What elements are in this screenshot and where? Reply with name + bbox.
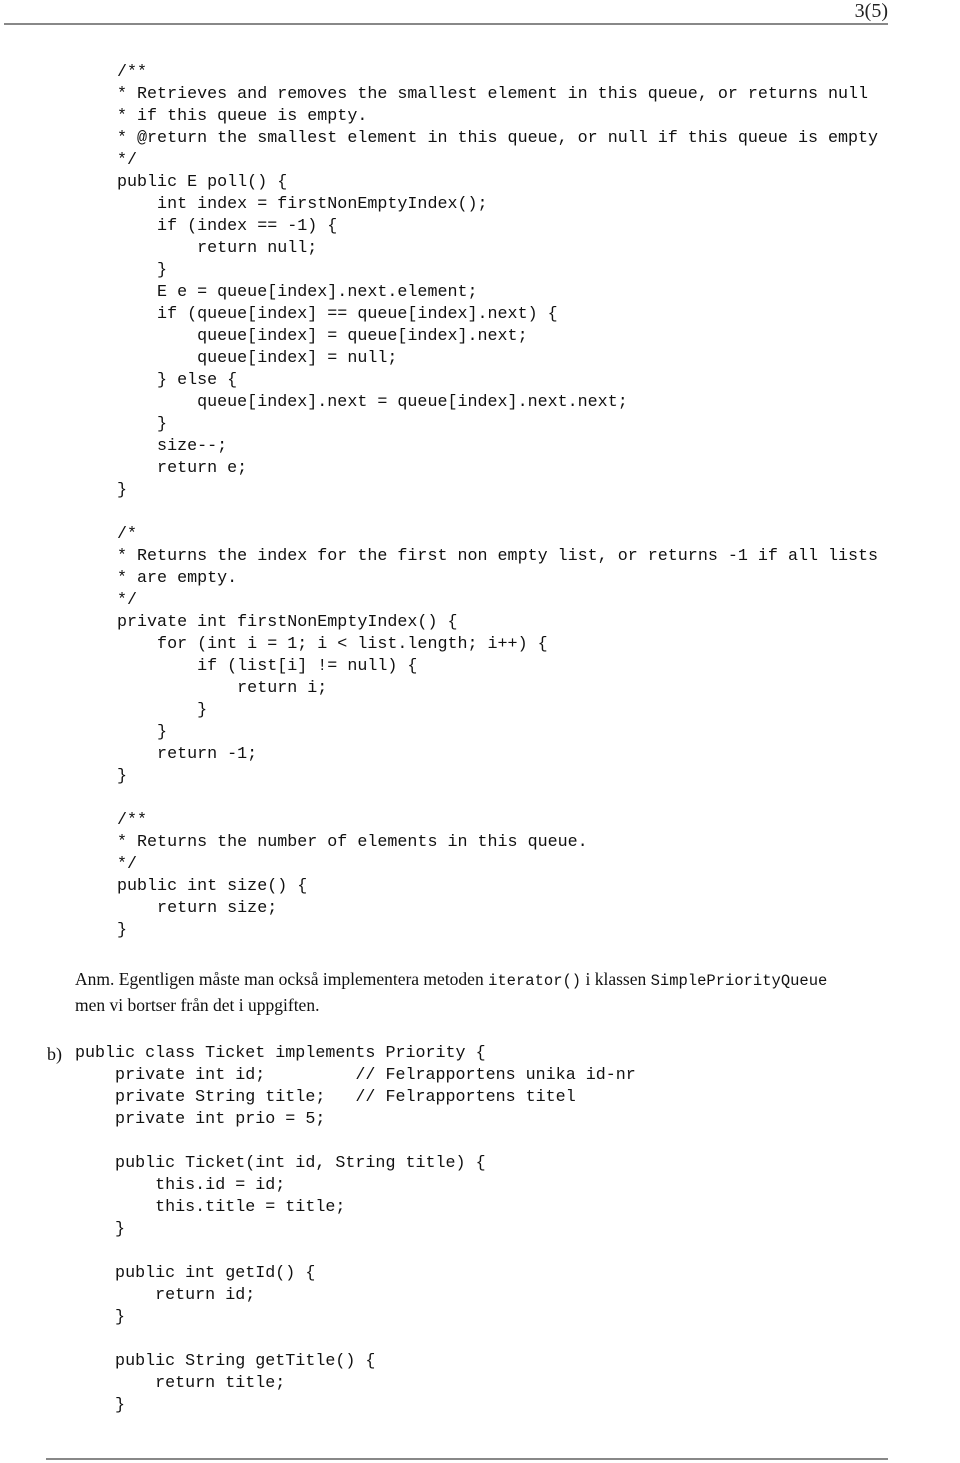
code-line: E e = queue[index].next.element; bbox=[117, 283, 478, 302]
code-line: /** bbox=[117, 811, 148, 830]
code-line: /** bbox=[117, 63, 148, 82]
code-line: } bbox=[75, 1220, 126, 1239]
code-line: private int id; // Felrapportens unika i… bbox=[75, 1066, 636, 1085]
code-line: private String title; // Felrapportens t… bbox=[75, 1088, 576, 1107]
code-line: } bbox=[117, 261, 168, 280]
code-line: public E poll() { bbox=[117, 173, 288, 192]
note-method: iterator() bbox=[488, 972, 582, 990]
code-line: * are empty. bbox=[117, 569, 238, 588]
code-line: } else { bbox=[117, 371, 238, 390]
size-method-code: /** * Returns the number of elements in t… bbox=[117, 810, 588, 942]
code-line: if (list[i] != null) { bbox=[117, 657, 418, 676]
ticket-class-code: public class Ticket implements Priority … bbox=[75, 1043, 636, 1417]
note-line-2: men vi bortser från det i uppgiften. bbox=[75, 995, 320, 1015]
first-non-empty-index-code: /* * Returns the index for the first non … bbox=[117, 524, 878, 788]
code-line: queue[index] = queue[index].next; bbox=[117, 327, 528, 346]
code-line: } bbox=[75, 1308, 126, 1327]
code-line: this.id = id; bbox=[75, 1176, 286, 1195]
code-line: } bbox=[117, 415, 168, 434]
code-line: if (index == -1) { bbox=[117, 217, 338, 236]
note-prefix: Anm. Egentligen måste man också implemen… bbox=[75, 969, 489, 989]
code-line: return size; bbox=[117, 899, 278, 918]
code-line: */ bbox=[117, 151, 138, 170]
code-line: if (queue[index] == queue[index].next) { bbox=[117, 305, 558, 324]
code-line: */ bbox=[117, 591, 138, 610]
code-line: } bbox=[117, 767, 128, 786]
code-line: } bbox=[75, 1396, 126, 1415]
code-line: } bbox=[117, 921, 128, 940]
poll-method-code: /** * Retrieves and removes the smallest … bbox=[117, 62, 878, 502]
note-class-name: SimplePriorityQueue bbox=[650, 972, 828, 990]
code-line: * if this queue is empty. bbox=[117, 107, 368, 126]
header-rule bbox=[4, 23, 888, 25]
note-middle: i klassen bbox=[581, 969, 651, 989]
code-line: public Ticket(int id, String title) { bbox=[75, 1154, 486, 1173]
code-line: } bbox=[117, 481, 128, 500]
code-line: queue[index].next = queue[index].next.ne… bbox=[117, 393, 628, 412]
code-line: return -1; bbox=[117, 745, 258, 764]
code-line: */ bbox=[117, 855, 138, 874]
code-line: private int prio = 5; bbox=[75, 1110, 326, 1129]
part-b-label: b) bbox=[47, 1044, 62, 1064]
code-line: * Returns the number of elements in this… bbox=[117, 833, 588, 852]
code-line: * Retrieves and removes the smallest ele… bbox=[117, 85, 869, 104]
code-line: queue[index] = null; bbox=[117, 349, 398, 368]
code-line: public int getId() { bbox=[75, 1264, 316, 1283]
code-line: } bbox=[117, 723, 168, 742]
code-line: } bbox=[117, 701, 208, 720]
code-line: * @return the smallest element in this q… bbox=[117, 129, 879, 148]
code-line: return id; bbox=[75, 1286, 256, 1305]
code-line: this.title = title; bbox=[75, 1198, 346, 1217]
code-line: public class Ticket implements Priority … bbox=[75, 1044, 486, 1063]
page-number: 3(5) bbox=[854, 0, 888, 22]
code-line: int index = firstNonEmptyIndex(); bbox=[117, 195, 488, 214]
code-line: for (int i = 1; i < list.length; i++) { bbox=[117, 635, 548, 654]
code-line: size--; bbox=[117, 437, 228, 456]
code-line: public String getTitle() { bbox=[75, 1352, 376, 1371]
footer-rule bbox=[46, 1458, 888, 1460]
code-line: return e; bbox=[117, 459, 248, 478]
code-line: return title; bbox=[75, 1374, 286, 1393]
code-line: private int firstNonEmptyIndex() { bbox=[117, 613, 458, 632]
code-line: public int size() { bbox=[117, 877, 308, 896]
code-line: return i; bbox=[117, 679, 328, 698]
code-line: return null; bbox=[117, 239, 318, 258]
code-line: * Returns the index for the first non em… bbox=[117, 547, 879, 566]
note-paragraph: Anm. Egentligen måste man också implemen… bbox=[75, 967, 960, 1017]
code-line: /* bbox=[117, 525, 138, 544]
